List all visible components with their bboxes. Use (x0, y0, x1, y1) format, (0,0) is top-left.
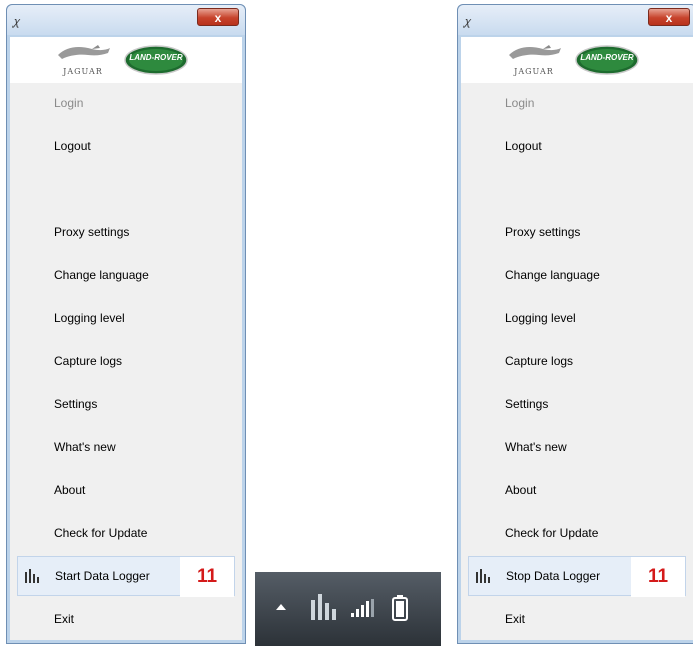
landrover-logo: LAND-ROVER (575, 45, 639, 75)
menu-spacer (10, 169, 242, 209)
jaguar-wordmark: JAGUAR (63, 67, 103, 76)
menu-item-exit[interactable]: Exit (10, 599, 242, 639)
brand-logos: JAGUAR LAND-ROVER (10, 37, 242, 83)
menu-item-login: Login (54, 96, 84, 110)
battery-icon[interactable] (392, 595, 408, 621)
menu-item-check-for-update[interactable]: Check for Update (10, 513, 242, 553)
menu-item-capture-logs[interactable]: Capture logs (10, 341, 242, 381)
menu-item-check-for-update[interactable]: Check for Update (461, 513, 693, 553)
bar-chart-icon (25, 569, 39, 583)
jaguar-wordmark: JAGUAR (514, 67, 554, 76)
bar-chart-icon (476, 569, 490, 583)
menu-item-change-language[interactable]: Change language (10, 255, 242, 295)
jlr-app-icon: ꭕ (464, 15, 471, 28)
jaguar-leaper-icon (509, 45, 561, 59)
jaguar-logo: JAGUAR (52, 41, 114, 79)
brand-logos: JAGUAR LAND-ROVER (461, 37, 693, 83)
landrover-logo: LAND-ROVER (124, 45, 188, 75)
menu-item-whats-new[interactable]: What's new (461, 427, 693, 467)
title-bar: ꭕ x (7, 5, 245, 35)
menu-item-logout[interactable]: Logout (10, 126, 242, 166)
menu-item-start-data-logger[interactable]: Start Data Logger 11 (17, 556, 235, 597)
menu-item-stop-data-logger[interactable]: Stop Data Logger 11 (468, 556, 686, 597)
tray-menu: Login Logout Proxy settings Change langu… (10, 83, 242, 640)
system-tray-taskbar (255, 572, 441, 646)
menu-item-capture-logs[interactable]: Capture logs (461, 341, 693, 381)
tray-menu-window-left: ꭕ x JAGUAR LAND-ROVER Login Logout Proxy… (6, 4, 246, 644)
signal-strength-icon[interactable] (351, 599, 375, 617)
menu-item-login: Login (505, 96, 535, 110)
menu-item-logging-level[interactable]: Logging level (10, 298, 242, 338)
close-button[interactable]: x (648, 8, 690, 26)
menu-item-settings[interactable]: Settings (10, 384, 242, 424)
tray-menu: Login Logout Proxy settings Change langu… (461, 83, 693, 640)
menu-item-whats-new[interactable]: What's new (10, 427, 242, 467)
step-number-badge: 11 (631, 557, 685, 597)
menu-item-proxy-settings[interactable]: Proxy settings (10, 212, 242, 252)
close-button[interactable]: x (197, 8, 239, 26)
menu-item-label: Stop Data Logger (506, 569, 601, 583)
jaguar-logo: JAGUAR (503, 41, 565, 79)
landrover-wordmark: LAND-ROVER (580, 53, 634, 62)
landrover-wordmark: LAND-ROVER (129, 53, 183, 62)
menu-item-logout[interactable]: Logout (461, 126, 693, 166)
menu-item-exit[interactable]: Exit (461, 599, 693, 639)
menu-item-about[interactable]: About (10, 470, 242, 510)
step-number-badge: 11 (180, 557, 234, 597)
menu-item-proxy-settings[interactable]: Proxy settings (461, 212, 693, 252)
menu-item-about[interactable]: About (461, 470, 693, 510)
menu-item-label: Start Data Logger (55, 569, 150, 583)
menu-item-logging-level[interactable]: Logging level (461, 298, 693, 338)
data-logger-tray-icon[interactable] (310, 594, 338, 620)
menu-item-change-language[interactable]: Change language (461, 255, 693, 295)
tray-menu-window-right: ꭕ x JAGUAR LAND-ROVER Login Logout Proxy… (457, 4, 693, 644)
menu-item-settings[interactable]: Settings (461, 384, 693, 424)
menu-spacer (461, 169, 693, 209)
title-bar: ꭕ x (458, 5, 693, 35)
jaguar-leaper-icon (58, 45, 110, 59)
show-hidden-icons-arrow-icon[interactable] (275, 602, 287, 612)
jlr-app-icon: ꭕ (13, 15, 20, 28)
